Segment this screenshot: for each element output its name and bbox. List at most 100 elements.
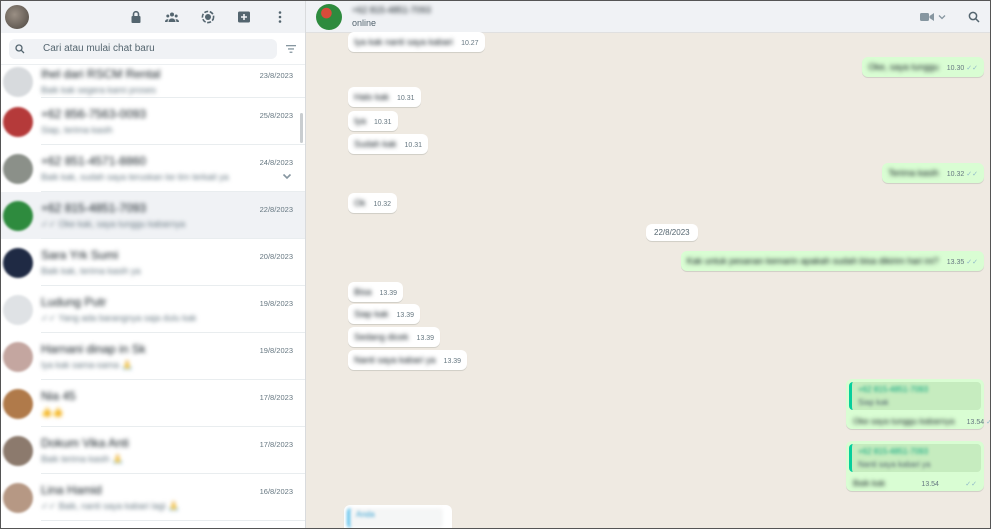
message-time: 13.54 bbox=[921, 481, 939, 488]
chat-top: Dokum Vika Anti 17/8/2023 bbox=[41, 436, 293, 450]
chat-top: Lina Hamid 16/8/2023 bbox=[41, 483, 293, 497]
chat-list: Ihel dari RSCM Rental 23/8/2023 Baik kak s… bbox=[1, 65, 305, 528]
incoming-message[interactable]: Iya kak nanti saya kabari 10.27 bbox=[348, 32, 485, 52]
chat-name: Nia 45 bbox=[41, 388, 76, 403]
outgoing-message[interactable]: Kak untuk pesanan kemarin apakah sudah b… bbox=[680, 251, 984, 271]
chat-name: Ihel dari RSCM Rental bbox=[41, 67, 161, 81]
message-text: Siap kak bbox=[354, 309, 389, 319]
quoted-message[interactable]: +62 815-4851-7093 Siap kak bbox=[849, 382, 981, 410]
search-icon[interactable] bbox=[968, 11, 980, 23]
contact-avatar[interactable] bbox=[316, 3, 342, 30]
chat-time: 23/8/2023 bbox=[259, 71, 293, 80]
chevron-down-icon[interactable] bbox=[281, 170, 293, 182]
chat-list-scrollbar[interactable] bbox=[300, 113, 303, 143]
new-chat-icon[interactable] bbox=[237, 10, 251, 24]
message-time: 10.31 bbox=[374, 119, 392, 126]
incoming-message[interactable]: Iya 10.31 bbox=[348, 111, 398, 131]
chat-list-item[interactable]: Sara Yrk Sumi 20/8/2023 Baik kak, terima k… bbox=[1, 239, 305, 286]
chat-sidebar: Ihel dari RSCM Rental 23/8/2023 Baik kak s… bbox=[1, 1, 306, 528]
reply-body: Oke saya tunggu kabarnya 13.54✓✓ bbox=[849, 410, 990, 426]
outgoing-message[interactable]: Terima kasih 10.32 ✓✓ bbox=[882, 163, 984, 183]
chat-avatar bbox=[3, 153, 33, 184]
communities-icon[interactable] bbox=[165, 10, 179, 24]
chat-top: Nia 45 17/8/2023 bbox=[41, 389, 293, 403]
chat-preview: Baik kak, sudah saya teruskan ke tim ter… bbox=[41, 172, 229, 182]
chat-list-item[interactable]: +62 851-4571-8860 24/8/2023 Baik kak, suda… bbox=[1, 145, 305, 192]
search-input[interactable] bbox=[43, 43, 263, 54]
chat-preview: Siap, terima kasih bbox=[41, 125, 113, 135]
chat-list-item[interactable]: Lina Hamid 16/8/2023 ✓✓ Baik, nanti saya k… bbox=[1, 474, 305, 521]
chat-list-item[interactable]: Nia 45 17/8/2023 👍👍 bbox=[1, 380, 305, 427]
chat-body: +62 815-4851-7093 22/8/2023 ✓✓ Oke kak, sa… bbox=[41, 192, 305, 239]
incoming-message[interactable]: Siap kak 13.39 bbox=[348, 304, 421, 324]
outgoing-message[interactable]: Oke, saya tunggu 10.30 ✓✓ bbox=[862, 57, 984, 77]
whatsapp-window: Ihel dari RSCM Rental 23/8/2023 Baik kak s… bbox=[0, 0, 991, 529]
filter-icon[interactable] bbox=[285, 43, 297, 55]
conversation-header[interactable]: +62 815-4851-7093 online bbox=[306, 1, 990, 33]
message-text: Iya kak nanti saya kabari bbox=[354, 37, 454, 47]
chat-avatar bbox=[3, 106, 33, 137]
quoted-message[interactable]: +62 815-4851-7093 Nanti saya kabari ya bbox=[849, 444, 981, 472]
chat-top: +62 815-4851-7093 22/8/2023 bbox=[41, 201, 293, 215]
message-text: Ok bbox=[354, 198, 366, 208]
chat-time: 16/8/2023 bbox=[259, 486, 293, 496]
contact-info[interactable]: +62 815-4851-7093 online bbox=[352, 5, 431, 28]
chat-preview: ✓✓ Yang ada barangnya saja dulu kak bbox=[41, 312, 197, 323]
incoming-message[interactable]: Sudah kak 10.31 bbox=[348, 134, 429, 154]
menu-icon[interactable] bbox=[273, 10, 287, 24]
chat-body: Ihel dari RSCM Rental 23/8/2023 Baik kak s… bbox=[41, 65, 305, 98]
incoming-message[interactable]: Bisa 13.39 bbox=[348, 282, 404, 302]
chat-body: Lina Hamid 16/8/2023 ✓✓ Baik, nanti saya k… bbox=[41, 474, 305, 521]
chat-avatar bbox=[3, 294, 33, 325]
message-text: Oke, saya tunggu bbox=[868, 62, 939, 72]
chat-name: Dokum Vika Anti bbox=[41, 435, 129, 450]
chat-list-item[interactable]: +62 856-7563-0093 25/8/2023 Siap, terima k… bbox=[1, 98, 305, 145]
message-text: Sudah kak bbox=[354, 139, 397, 149]
chat-top: Harnani dinap in Sk 19/8/2023 bbox=[41, 342, 293, 356]
incoming-message[interactable]: Nanti saya kabari ya 13.39 bbox=[348, 350, 468, 370]
chat-list-item[interactable]: Harnani dinap in Sk 19/8/2023 Iya kak sama… bbox=[1, 333, 305, 380]
sidebar-header bbox=[1, 1, 305, 33]
chat-list-item[interactable]: Dokum Vika Anti 17/8/2023 Baik terima kasi… bbox=[1, 427, 305, 474]
outgoing-reply-message[interactable]: +62 815-4851-7093 Siap kak Oke saya tunggu… bbox=[846, 379, 990, 429]
outgoing-reply-message[interactable]: +62 815-4851-7093 Nanti saya kabari ya Bai… bbox=[846, 441, 984, 491]
chat-top: Ihel dari RSCM Rental 23/8/2023 bbox=[41, 67, 293, 81]
message-time: 10.27 bbox=[461, 40, 479, 47]
lock-icon[interactable] bbox=[129, 10, 143, 24]
chat-name: Sara Yrk Sumi bbox=[41, 248, 119, 262]
message-text: Terima kasih bbox=[888, 168, 939, 178]
chat-preview: Iya kak sama-sama 🙏 bbox=[41, 359, 133, 370]
quoted-text: Nanti saya kabari ya bbox=[858, 460, 931, 469]
chat-body: +62 851-4571-8860 24/8/2023 Baik kak, suda… bbox=[41, 145, 305, 192]
chat-list-item[interactable]: +62 815-4851-7093 22/8/2023 ✓✓ Oke kak, sa… bbox=[1, 192, 305, 239]
message-time: 10.32 bbox=[946, 171, 965, 178]
message-time: 13.39 bbox=[416, 335, 435, 342]
chat-body: Ludung Putr 19/8/2023 ✓✓ Yang ada barangny… bbox=[41, 286, 305, 333]
message-time: 10.31 bbox=[397, 95, 415, 102]
message-time: 13.35 bbox=[946, 259, 965, 266]
quoted-author: +62 815-4851-7093 bbox=[858, 447, 929, 456]
chat-top: Sara Yrk Sumi 20/8/2023 bbox=[41, 248, 293, 262]
chat-body: Dokum Vika Anti 17/8/2023 Baik terima kasi… bbox=[41, 427, 305, 474]
video-call-icon bbox=[920, 12, 934, 21]
chat-list-item[interactable]: Ludung Putr 19/8/2023 ✓✓ Yang ada barangny… bbox=[1, 286, 305, 333]
message-text: Oke saya tunggu kabarnya bbox=[853, 416, 955, 426]
message-text: Halo kak bbox=[354, 92, 390, 102]
chat-preview: 👍👍 bbox=[41, 406, 64, 417]
video-call-button[interactable] bbox=[920, 12, 946, 22]
conversation-actions bbox=[920, 11, 980, 23]
search-box[interactable] bbox=[9, 38, 277, 59]
status-icon[interactable] bbox=[201, 10, 215, 24]
contact-status: online bbox=[352, 18, 377, 28]
incoming-message[interactable]: Halo kak 10.31 bbox=[348, 87, 421, 107]
chat-avatar bbox=[3, 66, 33, 97]
chat-name: +62 856-7563-0093 bbox=[41, 107, 147, 121]
search-icon bbox=[15, 43, 25, 53]
incoming-message[interactable]: Sedang dicek 13.39 bbox=[348, 327, 441, 347]
chat-list-item[interactable]: Ihel dari RSCM Rental 23/8/2023 Baik kak s… bbox=[1, 65, 305, 98]
reply-body: Baik kak 13.54 ✓✓ bbox=[849, 472, 981, 488]
conversation-panel: +62 815-4851-7093 online 22/8/2023 Iya k… bbox=[306, 1, 990, 528]
incoming-message[interactable]: Ok 10.32 bbox=[348, 193, 398, 213]
profile-avatar[interactable] bbox=[5, 5, 29, 29]
incoming-reply-message[interactable]: Anda bbox=[344, 505, 452, 528]
